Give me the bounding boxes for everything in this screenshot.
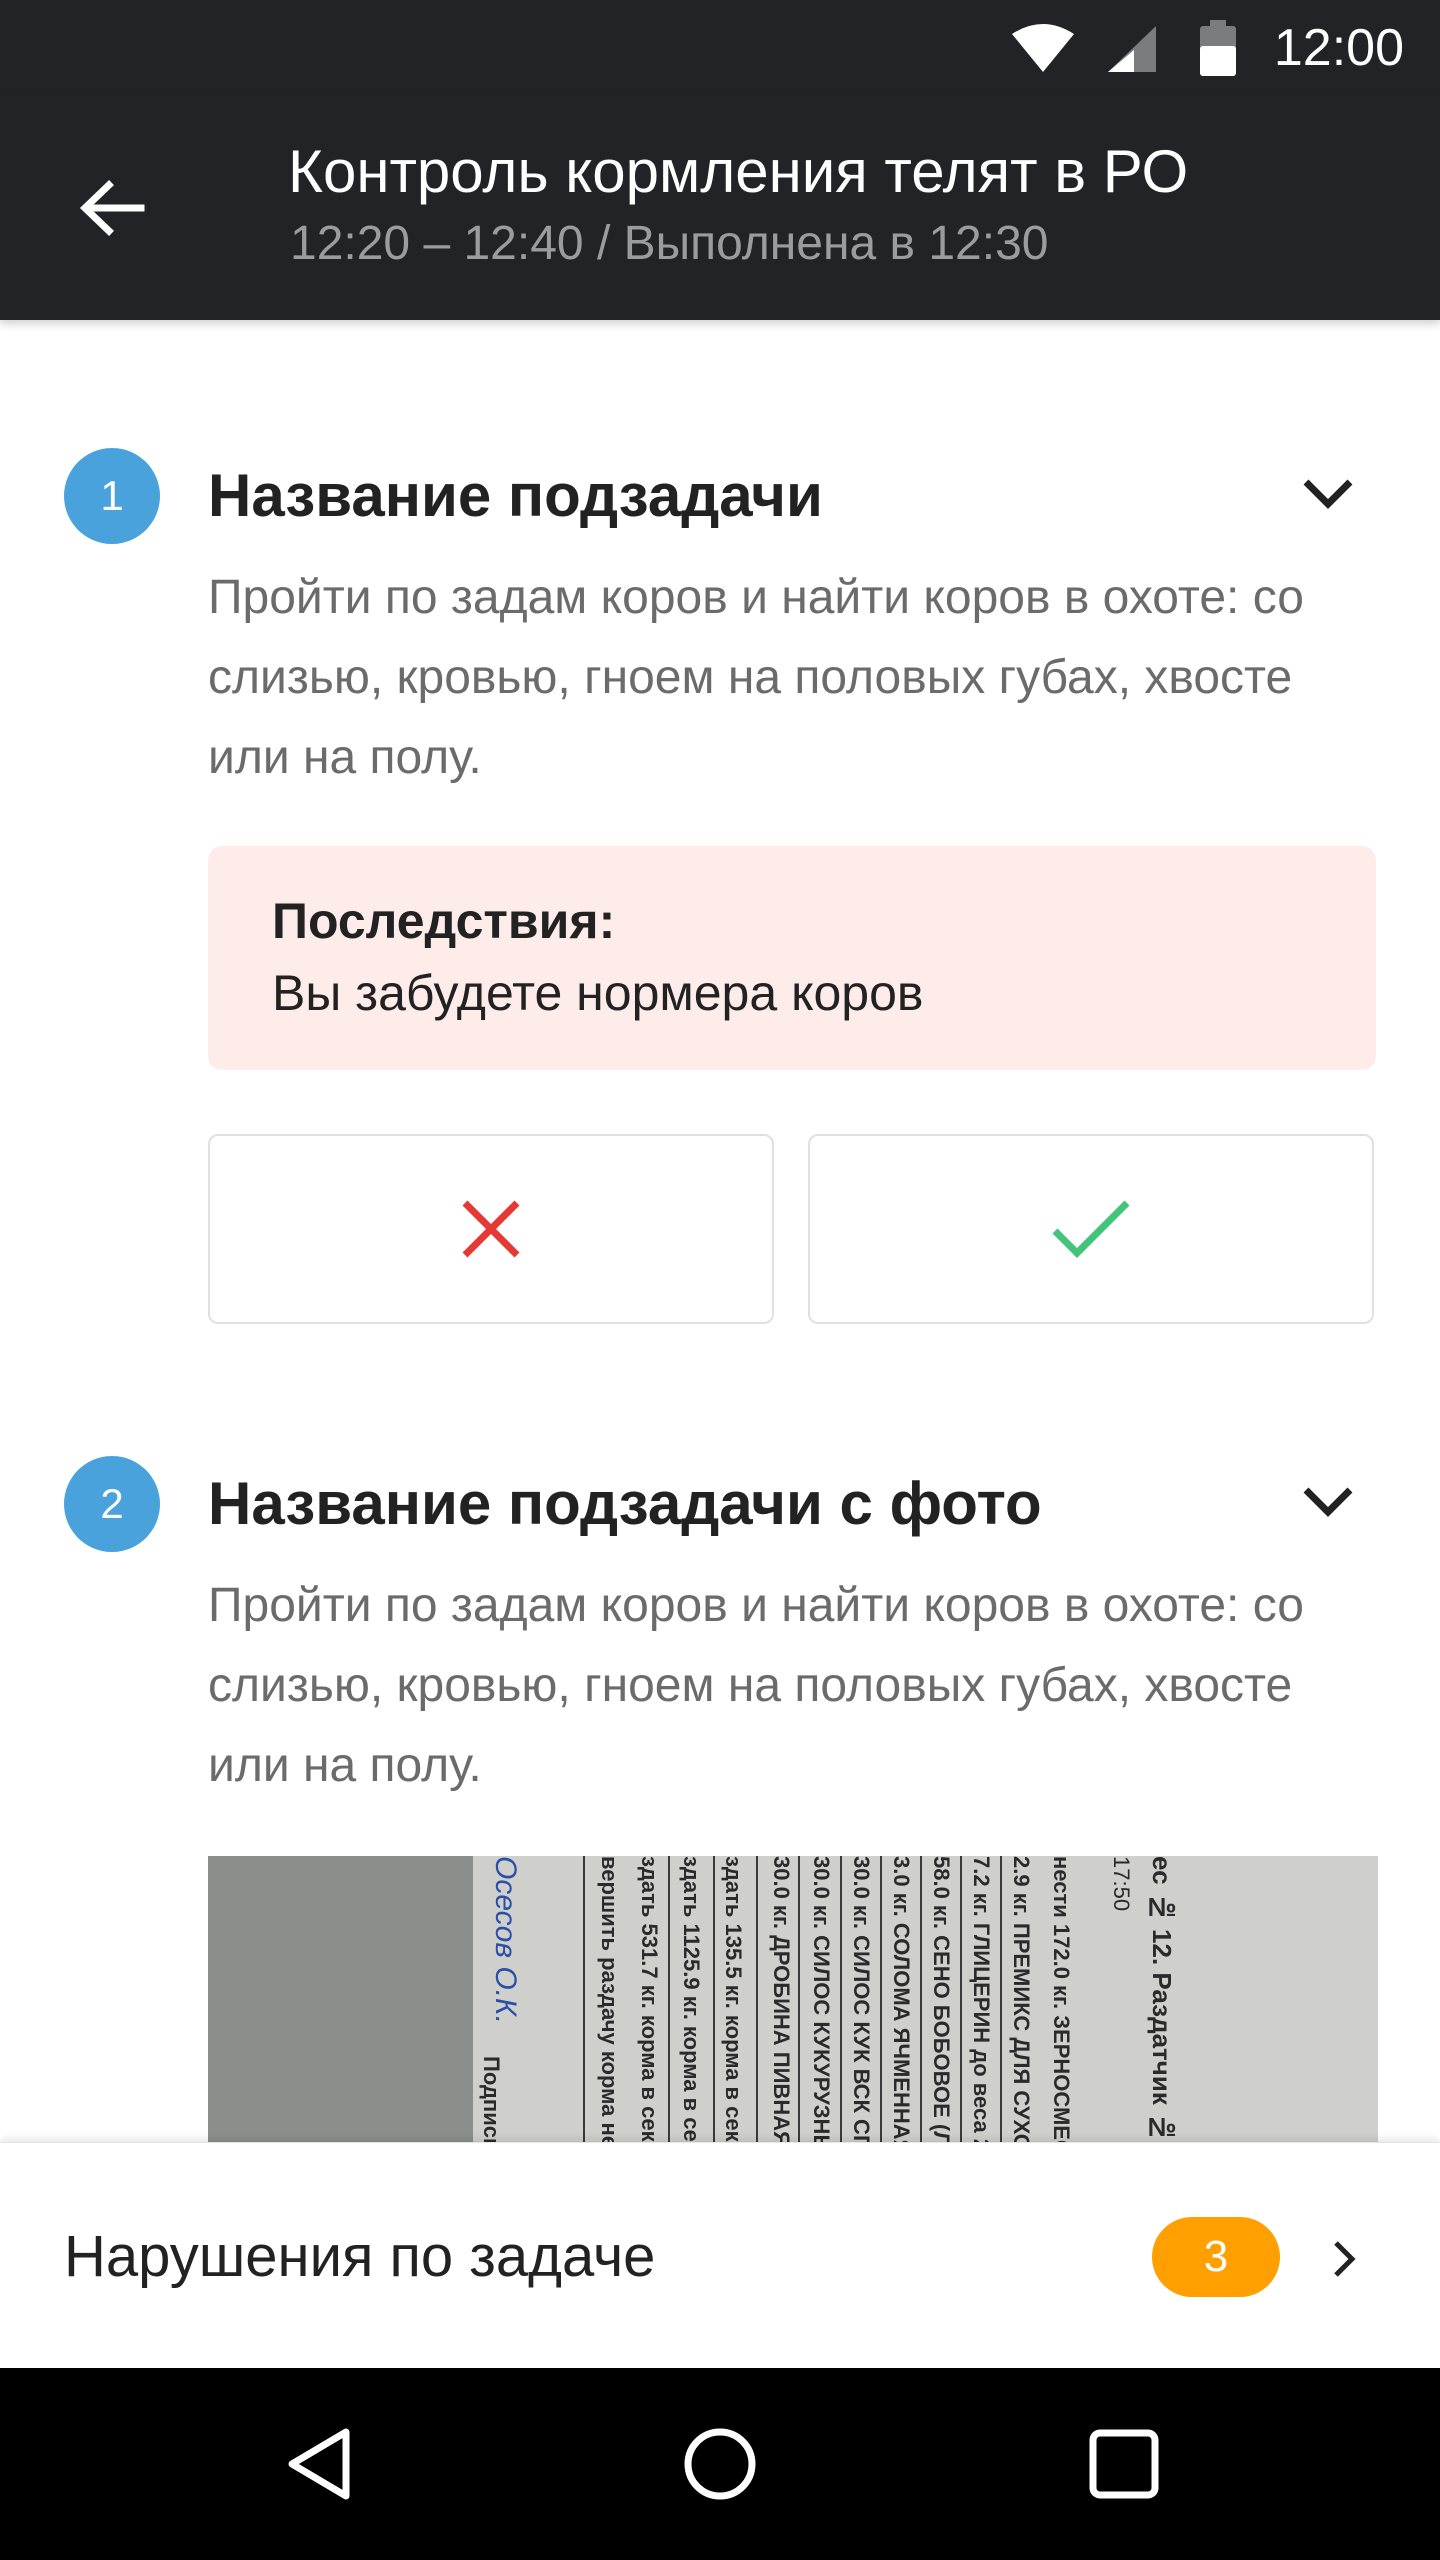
- page-subtitle: 12:20 – 12:40 / Выполнена в 12:30: [290, 217, 1049, 270]
- circle-home-icon: [684, 2428, 756, 2500]
- photo-text-line: 58.0 кг. СЕНО БОБОВОЕ (Л: [929, 1856, 954, 2142]
- photo-sign-label: Подпись: [479, 2056, 504, 2142]
- back-button[interactable]: [50, 146, 174, 270]
- cross-icon: [462, 1200, 520, 1258]
- subtask-description: Пройти по задам коров и найти коров в ох…: [208, 1579, 1304, 1792]
- violations-row[interactable]: Нарушения по задаче 3: [0, 2142, 1440, 2368]
- photo-table-line: [798, 1856, 800, 2142]
- nav-back-button[interactable]: [270, 2414, 370, 2514]
- consequence-title: Последствия:: [272, 893, 616, 949]
- reject-button[interactable]: [208, 1134, 774, 1324]
- app-bar: Контроль кормления телят в РО 12:20 – 12…: [0, 96, 1440, 320]
- photo-table-line: [960, 1856, 962, 2142]
- photo-time: 17:50: [1109, 1856, 1134, 1912]
- photo-text-line: вершить раздачу корма не: [597, 1856, 622, 2142]
- photo-table-line: [583, 1856, 585, 2142]
- photo-text-line: 2.9 кг. ПРЕМИКС ДЛЯ СУХО: [1009, 1856, 1034, 2142]
- triangle-back-icon: [288, 2428, 350, 2500]
- chevron-down-icon[interactable]: [1296, 462, 1360, 526]
- subtask-title[interactable]: Название подзадачи с фото: [208, 1468, 1042, 1540]
- chevron-down-icon[interactable]: [1296, 1470, 1360, 1534]
- photo-text-line: 30.0 кг. СИЛОС КУК ВСК СП: [849, 1856, 874, 2142]
- subtask-number-badge: 1: [64, 448, 160, 544]
- accept-button[interactable]: [808, 1134, 1374, 1324]
- photo-table-line: [920, 1856, 922, 2142]
- photo-text-line: здать 135.5 кг. корма в секц: [721, 1856, 746, 2142]
- photo-table-line: [1000, 1856, 1002, 2142]
- photo-table-line: [840, 1856, 842, 2142]
- photo-text-line: нести 172.0 кг. ЗЕРНОСМЕСЬ: [1049, 1856, 1074, 2142]
- photo-text-line: здать 1125.9 кг. корма в секц: [679, 1856, 704, 2142]
- photo-text-line: 30.0 кг. СИЛОС КУКУРУЗНЫ: [809, 1856, 834, 2142]
- subtask-title[interactable]: Название подзадачи: [208, 460, 823, 532]
- violations-label: Нарушения по задаче: [64, 2224, 656, 2289]
- photo-text-line: 30.0 кг. ДРОБИНА ПИВНАЯ: [769, 1856, 794, 2142]
- photo-text-line: 7.2 кг. ГЛИЦЕРИН до веса 2: [969, 1856, 994, 2142]
- chevron-right-icon: [1334, 2241, 1356, 2277]
- check-icon: [1052, 1200, 1130, 1258]
- square-recents-icon: [1089, 2429, 1159, 2499]
- wifi-icon: [1012, 24, 1074, 72]
- clock-time: 12:00: [1273, 19, 1404, 77]
- photo-header: ес № 12. Раздатчик №: [1147, 1856, 1177, 2142]
- consequence-box: Последствия: Вы забудете нормера коров: [208, 846, 1376, 1070]
- photo-table-line: [668, 1856, 670, 2142]
- photo-table-line: [880, 1856, 882, 2142]
- subtask-number-badge: 2: [64, 1456, 160, 1552]
- signal-icon: [1108, 26, 1156, 72]
- consequence-text: Вы забудете нормера коров: [272, 965, 924, 1021]
- subtask-photo[interactable]: Осесов О.К. Подпись вершить раздачу корм…: [208, 1856, 1378, 2142]
- photo-text-line: здать 531.7 кг. корма в секц: [637, 1856, 662, 2142]
- photo-table-line: [713, 1856, 715, 2142]
- violations-count-badge: 3: [1152, 2217, 1280, 2297]
- system-nav-bar: [0, 2368, 1440, 2560]
- nav-home-button[interactable]: [670, 2414, 770, 2514]
- photo-table-line: [756, 1856, 758, 2142]
- arrow-left-icon: [79, 180, 145, 236]
- nav-recents-button[interactable]: [1074, 2414, 1174, 2514]
- photo-text-line: 3.0 кг. СОЛОМА ЯЧМЕННАЯ: [889, 1856, 914, 2142]
- status-bar: 12:00: [0, 0, 1440, 96]
- page-title: Контроль кормления телят в РО: [288, 138, 1189, 205]
- subtask-description: Пройти по задам коров и найти коров в ох…: [208, 571, 1304, 784]
- battery-icon: [1200, 20, 1236, 76]
